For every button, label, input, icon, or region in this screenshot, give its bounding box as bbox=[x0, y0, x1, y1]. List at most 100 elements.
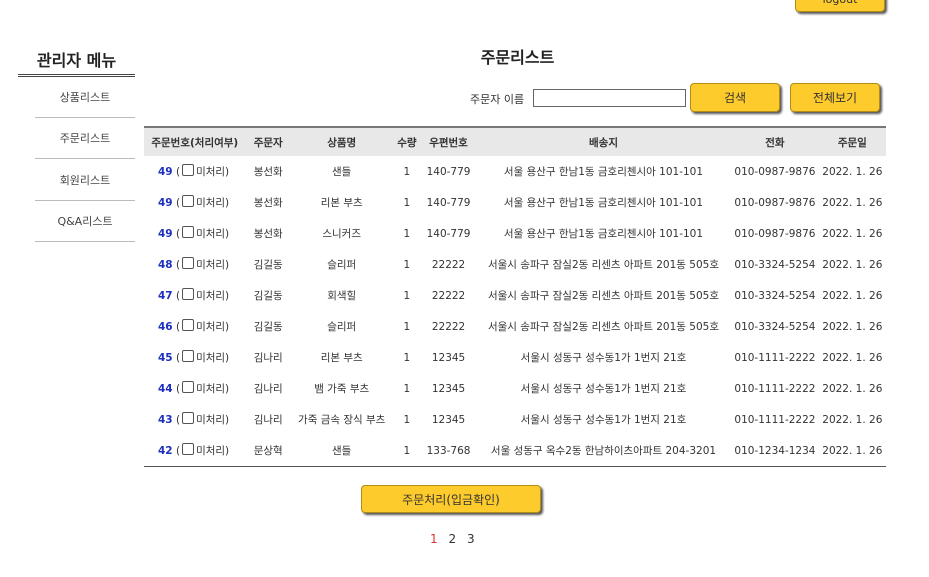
order-cell: 49 (미처리) bbox=[158, 226, 230, 240]
order-no-link[interactable]: 46 bbox=[158, 321, 173, 333]
page-link-1[interactable]: 1 bbox=[430, 532, 438, 546]
date-cell: 2022. 1. 26 bbox=[822, 320, 883, 333]
col-customer: 주문자 bbox=[245, 126, 291, 156]
qty-cell: 1 bbox=[403, 165, 411, 178]
zip-cell: 22222 bbox=[431, 289, 466, 302]
order-no-link[interactable]: 47 bbox=[158, 290, 173, 302]
order-no-link[interactable]: 44 bbox=[158, 383, 173, 395]
date-cell: 2022. 1. 26 bbox=[822, 227, 883, 240]
sidebar-item-products[interactable]: 상품리스트 bbox=[35, 77, 135, 118]
zip-cell: 12345 bbox=[431, 351, 466, 364]
status-checkbox[interactable] bbox=[182, 257, 195, 269]
product-cell: 샌들 bbox=[332, 166, 352, 178]
zip-cell: 22222 bbox=[431, 320, 466, 333]
product-cell: 샌들 bbox=[290, 435, 393, 467]
order-no-link[interactable]: 49 bbox=[158, 166, 173, 178]
zip-cell: 140-779 bbox=[426, 227, 471, 240]
col-order-no: 주문번호(처리여부) bbox=[144, 126, 246, 156]
order-no-link[interactable]: 49 bbox=[158, 228, 173, 240]
search-button[interactable]: 검색 bbox=[690, 83, 780, 112]
col-address: 배송지 bbox=[475, 126, 732, 156]
phone-cell: 010-1111-2222 bbox=[734, 382, 816, 395]
address-cell: 서울시 성동구 성수동1가 1번지 21호 bbox=[520, 414, 687, 426]
sidebar-item-members[interactable]: 회원리스트 bbox=[35, 160, 135, 201]
phone-cell: 010-3324-5254 bbox=[734, 320, 816, 333]
address-cell: 서울시 성동구 성수동1가 1번지 21호 bbox=[520, 352, 687, 364]
product-cell: 리본 부츠 bbox=[320, 352, 363, 364]
order-no-link[interactable]: 45 bbox=[158, 352, 173, 364]
customer-cell: 문상혁 bbox=[245, 435, 291, 467]
logout-button[interactable]: logout bbox=[795, 0, 885, 12]
order-no-link[interactable]: 49 bbox=[158, 197, 173, 209]
page-link-3[interactable]: 3 bbox=[467, 532, 475, 546]
status-label: 미처리 bbox=[196, 197, 226, 209]
address-cell: 서울 용산구 한남1동 금호리첸시아 101-101 bbox=[503, 197, 704, 209]
status-checkbox[interactable] bbox=[182, 443, 195, 455]
product-cell: 스니커즈 bbox=[322, 228, 361, 240]
status-checkbox[interactable] bbox=[182, 226, 195, 238]
product-cell: 슬리퍼 bbox=[327, 259, 357, 271]
address-cell: 서울시 송파구 잠실2동 리센츠 아파트 201동 505호 bbox=[487, 321, 719, 333]
status-label: 미처리 bbox=[196, 228, 226, 240]
zip-cell: 22222 bbox=[431, 258, 466, 271]
status-checkbox[interactable] bbox=[182, 195, 195, 207]
qty-cell: 1 bbox=[403, 320, 411, 333]
table-row: 48 (미처리) 김길동 슬리퍼 1 22222 서울시 송파구 잠실2동 리센츠 아파트… bbox=[144, 249, 886, 280]
product-cell: 뱀 가죽 부츠 bbox=[314, 383, 370, 395]
status-label: 미처리 bbox=[196, 352, 226, 364]
zip-cell: 12345 bbox=[431, 382, 466, 395]
table-row: 44 (미처리) 김나리 뱀 가죽 부츠 1 12345 서울시 성동구 성수동1가 1번… bbox=[144, 373, 886, 404]
status-checkbox[interactable] bbox=[182, 412, 195, 424]
address-cell: 서울 성동구 옥수2동 한남하이츠아파트 204-3201 bbox=[475, 435, 732, 467]
customer-name-input[interactable] bbox=[533, 89, 686, 107]
table-row: 49 (미처리) 봉선화 스니커즈 1 140-779 서울 용산구 한남1동 금호리첸시… bbox=[144, 218, 886, 249]
col-qty: 수량 bbox=[392, 126, 422, 156]
sidebar-item-qna[interactable]: Q&A리스트 bbox=[35, 201, 135, 242]
date-cell: 2022. 1. 26 bbox=[822, 289, 883, 302]
zip-cell: 12345 bbox=[431, 413, 466, 426]
phone-cell: 010-1111-2222 bbox=[734, 413, 816, 426]
process-order-button[interactable]: 주문처리(입금확인) bbox=[361, 485, 541, 513]
sidebar-item-orders[interactable]: 주문리스트 bbox=[35, 118, 135, 159]
customer-cell: 김나리 bbox=[253, 352, 283, 364]
qty-cell: 1 bbox=[403, 351, 411, 364]
qty-cell: 1 bbox=[403, 227, 411, 240]
order-no-link[interactable]: 43 bbox=[158, 414, 173, 426]
address-cell: 서울시 성동구 성수동1가 1번지 21호 bbox=[520, 383, 687, 395]
date-cell: 2022. 1. 26 bbox=[818, 435, 886, 467]
search-label: 주문자 이름 bbox=[470, 93, 525, 106]
product-cell: 가죽 금속 장식 부츠 bbox=[298, 414, 386, 426]
date-cell: 2022. 1. 26 bbox=[822, 258, 883, 271]
order-no-link[interactable]: 48 bbox=[158, 259, 173, 271]
status-label: 미처리 bbox=[196, 414, 226, 426]
order-cell: 49 (미처리) bbox=[158, 164, 230, 178]
address-cell: 서울 용산구 한남1동 금호리첸시아 101-101 bbox=[503, 166, 704, 178]
status-label: 미처리 bbox=[196, 290, 226, 302]
status-checkbox[interactable] bbox=[182, 319, 195, 331]
table-row: 49 (미처리) 봉선화 샌들 1 140-779 서울 용산구 한남1동 금호리첸시아 … bbox=[144, 156, 886, 187]
product-cell: 회색힐 bbox=[327, 290, 357, 302]
order-cell: 45 (미처리) bbox=[158, 350, 230, 364]
order-no-link[interactable]: 42 bbox=[158, 445, 173, 457]
customer-cell: 봉선화 bbox=[253, 197, 283, 209]
status-checkbox[interactable] bbox=[182, 164, 195, 176]
page-link-2[interactable]: 2 bbox=[448, 532, 456, 546]
order-cell: 48 (미처리) bbox=[158, 257, 230, 271]
qty-cell: 1 bbox=[403, 196, 411, 209]
qty-cell: 1 bbox=[403, 289, 411, 302]
table-row: 47 (미처리) 김길동 회색힐 1 22222 서울시 송파구 잠실2동 리센츠 아파트… bbox=[144, 280, 886, 311]
status-checkbox[interactable] bbox=[182, 381, 195, 393]
sidebar-title: 관리자 메뉴 bbox=[18, 47, 135, 77]
address-cell: 서울시 송파구 잠실2동 리센츠 아파트 201동 505호 bbox=[487, 290, 719, 302]
status-label: 미처리 bbox=[196, 383, 226, 395]
table-row: 43 (미처리) 김나리 가죽 금속 장식 부츠 1 12345 서울시 성동구 성수동1… bbox=[144, 404, 886, 435]
table-row: 46 (미처리) 김길동 슬리퍼 1 22222 서울시 송파구 잠실2동 리센츠 아파트… bbox=[144, 311, 886, 342]
phone-cell: 010-0987-9876 bbox=[734, 196, 816, 209]
phone-cell: 010-0987-9876 bbox=[734, 227, 816, 240]
status-checkbox[interactable] bbox=[182, 350, 195, 362]
status-checkbox[interactable] bbox=[182, 288, 195, 300]
customer-cell: 김길동 bbox=[253, 290, 283, 302]
view-all-button[interactable]: 전체보기 bbox=[790, 83, 880, 112]
col-date: 주문일 bbox=[818, 126, 886, 156]
date-cell: 2022. 1. 26 bbox=[822, 382, 883, 395]
